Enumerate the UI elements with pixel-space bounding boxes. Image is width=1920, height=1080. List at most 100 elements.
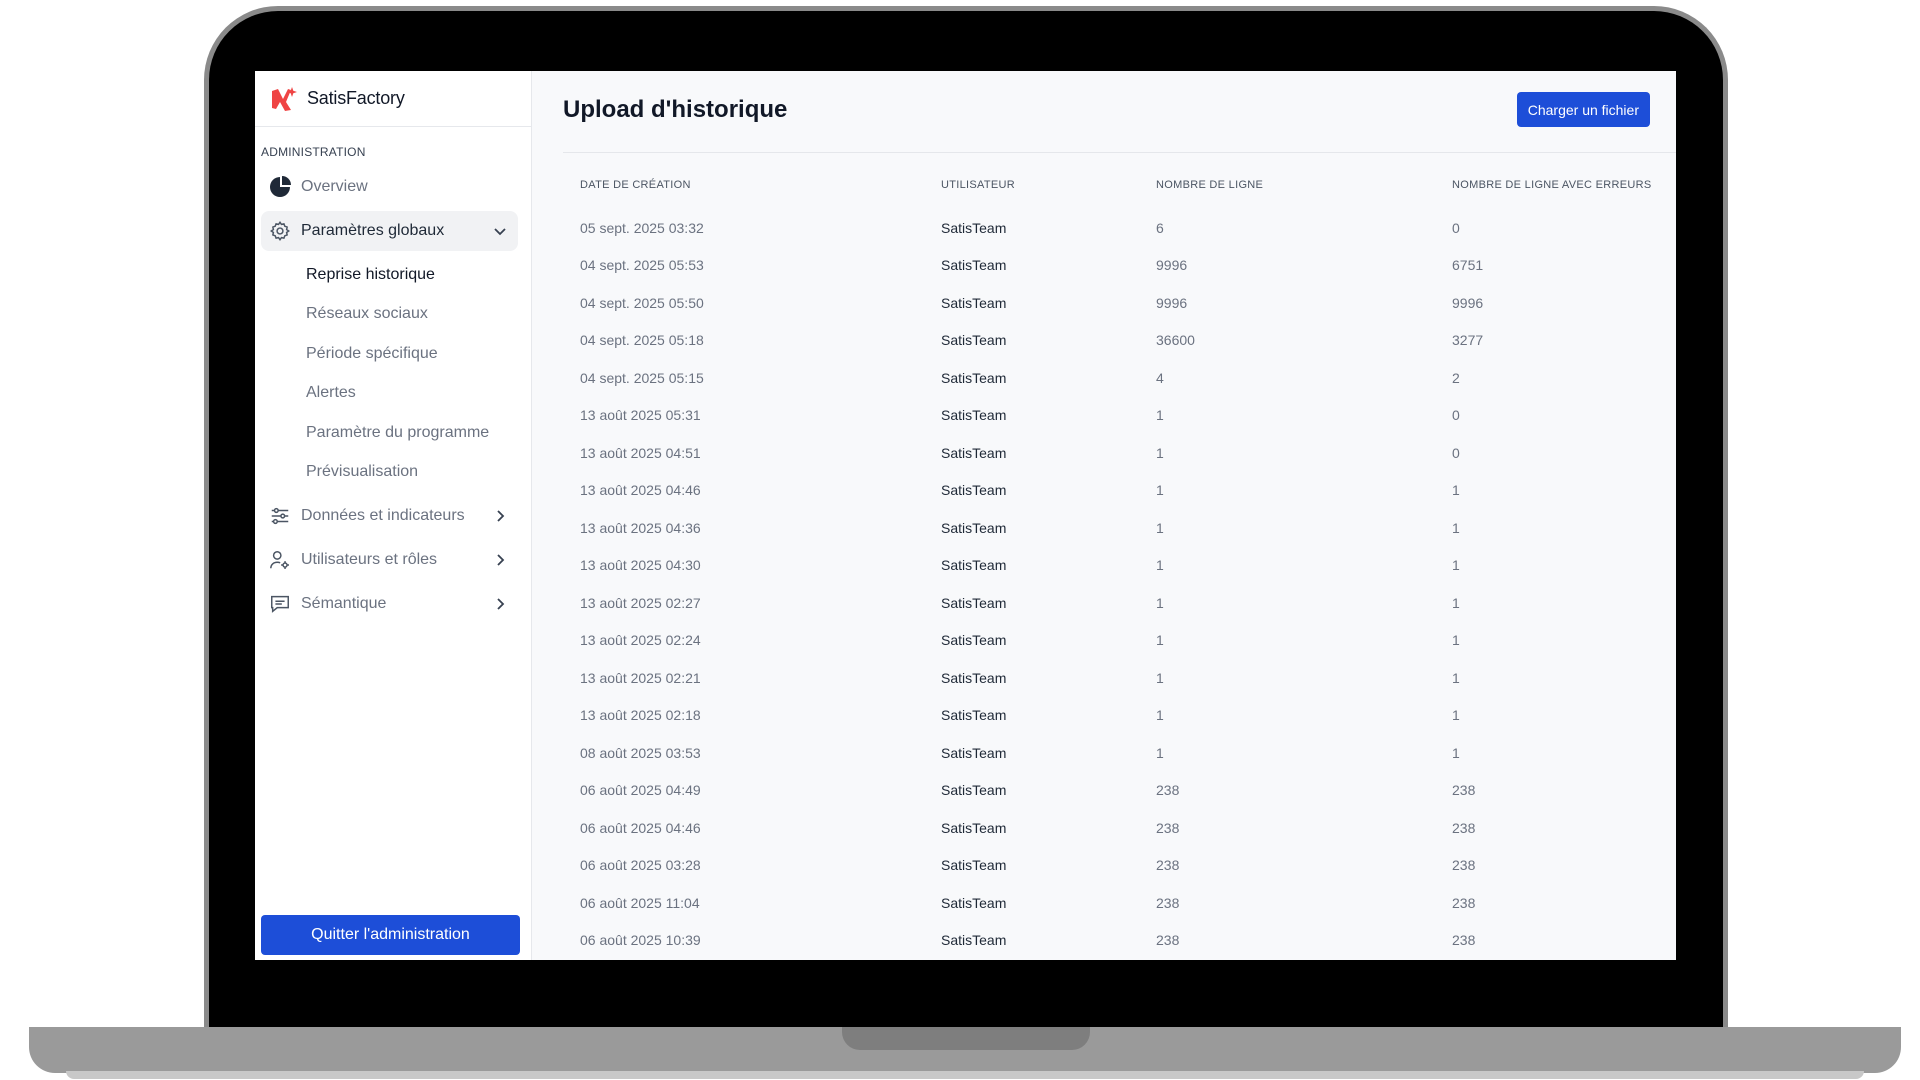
table-row[interactable]: 06 août 2025 04:46 SatisTeam 238 238 <box>563 809 1669 847</box>
cell-error-count: 9996 <box>1452 294 1484 311</box>
cell-error-count: 1 <box>1452 519 1460 536</box>
column-header-user[interactable]: UTILISATEUR <box>941 153 1156 209</box>
cell-user: SatisTeam <box>941 594 1007 611</box>
table-row[interactable]: 05 sept. 2025 03:32 SatisTeam 6 0 <box>563 209 1669 247</box>
cell-date: 04 sept. 2025 05:18 <box>580 332 704 349</box>
cell-error-count: 0 <box>1452 219 1460 236</box>
cell-date: 13 août 2025 04:36 <box>580 519 701 536</box>
table-row[interactable]: 04 sept. 2025 05:50 SatisTeam 9996 9996 <box>563 284 1669 322</box>
table-row[interactable]: 08 août 2025 03:53 SatisTeam 1 1 <box>563 734 1669 772</box>
table-row[interactable]: 06 août 2025 04:49 SatisTeam 238 238 <box>563 772 1669 810</box>
cell-user: SatisTeam <box>941 332 1007 349</box>
cell-user: SatisTeam <box>941 407 1007 424</box>
cell-date: 13 août 2025 02:21 <box>580 669 701 686</box>
cell-line-count: 9996 <box>1156 257 1188 274</box>
cell-line-count: 238 <box>1156 894 1180 911</box>
sidebar: SatisFactory ADMINISTRATION Overview Par… <box>255 71 532 960</box>
cell-line-count: 238 <box>1156 857 1180 874</box>
sliders-icon <box>268 504 292 528</box>
cell-error-count: 0 <box>1452 444 1460 461</box>
cell-error-count: 6751 <box>1452 257 1484 274</box>
subnav-item-alertes[interactable]: Alertes <box>261 374 518 414</box>
cell-line-count: 1 <box>1156 407 1164 424</box>
cell-date: 13 août 2025 04:30 <box>580 557 701 574</box>
cell-user: SatisTeam <box>941 257 1007 274</box>
table-row[interactable]: 13 août 2025 04:51 SatisTeam 1 0 <box>563 434 1669 472</box>
cell-date: 04 sept. 2025 05:15 <box>580 369 704 386</box>
cell-line-count: 9996 <box>1156 294 1188 311</box>
sidebar-subnav: Reprise historique Réseaux sociaux Pério… <box>261 255 518 492</box>
brand[interactable]: SatisFactory <box>255 71 531 127</box>
table-row[interactable]: 04 sept. 2025 05:53 SatisTeam 9996 6751 <box>563 247 1669 285</box>
sidebar-item-parametres-globaux[interactable]: Paramètres globaux <box>261 211 518 251</box>
cell-user: SatisTeam <box>941 894 1007 911</box>
subnav-item-parametre-programme[interactable]: Paramètre du programme <box>261 413 518 453</box>
table-row[interactable]: 06 août 2025 03:28 SatisTeam 238 238 <box>563 847 1669 885</box>
table-row[interactable]: 13 août 2025 02:21 SatisTeam 1 1 <box>563 659 1669 697</box>
cell-user: SatisTeam <box>941 707 1007 724</box>
subnav-item-reprise-historique[interactable]: Reprise historique <box>261 255 518 295</box>
table-row[interactable]: 13 août 2025 02:24 SatisTeam 1 1 <box>563 622 1669 660</box>
table-row[interactable]: 13 août 2025 04:46 SatisTeam 1 1 <box>563 472 1669 510</box>
subnav-item-reseaux-sociaux[interactable]: Réseaux sociaux <box>261 295 518 335</box>
table-header-row: DATE DE CRÉATION UTILISATEUR NOMBRE DE L… <box>563 153 1669 209</box>
table-row[interactable]: 13 août 2025 04:36 SatisTeam 1 1 <box>563 509 1669 547</box>
cell-date: 13 août 2025 04:46 <box>580 482 701 499</box>
pie-chart-icon <box>268 175 292 199</box>
cell-date: 06 août 2025 11:04 <box>580 894 700 911</box>
upload-file-button[interactable]: Charger un fichier <box>1516 92 1650 127</box>
sidebar-item-label: Sémantique <box>301 595 387 612</box>
column-header-date[interactable]: DATE DE CRÉATION <box>563 153 941 209</box>
table-row[interactable]: 06 août 2025 11:04 SatisTeam 238 238 <box>563 884 1669 922</box>
cell-date: 08 août 2025 03:53 <box>580 744 701 761</box>
cell-line-count: 238 <box>1156 819 1180 836</box>
table-row[interactable]: 13 août 2025 05:31 SatisTeam 1 0 <box>563 397 1669 435</box>
sidebar-item-donnees-indicateurs[interactable]: Données et indicateurs <box>261 496 518 536</box>
cell-user: SatisTeam <box>941 819 1007 836</box>
subnav-item-periode-specifique[interactable]: Période spécifique <box>261 334 518 374</box>
cell-user: SatisTeam <box>941 669 1007 686</box>
cell-error-count: 1 <box>1452 669 1460 686</box>
sidebar-item-semantique[interactable]: Sémantique <box>261 584 518 624</box>
cell-line-count: 1 <box>1156 444 1164 461</box>
quit-admin-button[interactable]: Quitter l'administration <box>261 915 520 955</box>
column-header-line-count[interactable]: NOMBRE DE LIGNE <box>1156 153 1452 209</box>
cell-user: SatisTeam <box>941 557 1007 574</box>
table-row[interactable]: 04 sept. 2025 05:18 SatisTeam 36600 3277 <box>563 322 1669 360</box>
column-header-error-count[interactable]: NOMBRE DE LIGNE AVEC ERREURS <box>1452 153 1669 209</box>
laptop-base-shadow <box>66 1071 1864 1079</box>
cell-user: SatisTeam <box>941 857 1007 874</box>
cell-error-count: 2 <box>1452 369 1460 386</box>
table-row[interactable]: 13 août 2025 04:30 SatisTeam 1 1 <box>563 547 1669 585</box>
table-row[interactable]: 06 août 2025 10:39 SatisTeam 238 238 <box>563 922 1669 960</box>
cell-error-count: 238 <box>1452 819 1476 836</box>
cell-error-count: 0 <box>1452 407 1460 424</box>
cell-user: SatisTeam <box>941 519 1007 536</box>
cell-error-count: 238 <box>1452 932 1476 949</box>
chevron-right-icon[interactable] <box>492 551 510 569</box>
section-label: ADMINISTRATION <box>261 145 366 159</box>
sidebar-item-overview[interactable]: Overview <box>261 167 518 207</box>
sidebar-item-utilisateurs-roles[interactable]: Utilisateurs et rôles <box>261 540 518 580</box>
cell-error-count: 1 <box>1452 482 1460 499</box>
cell-error-count: 1 <box>1452 594 1460 611</box>
satisfactory-logo-icon <box>272 86 297 111</box>
cell-line-count: 238 <box>1156 932 1180 949</box>
chevron-right-icon[interactable] <box>492 507 510 525</box>
table-row[interactable]: 04 sept. 2025 05:15 SatisTeam 4 2 <box>563 359 1669 397</box>
subnav-item-previsualisation[interactable]: Prévisualisation <box>261 453 518 493</box>
chevron-right-icon[interactable] <box>492 595 510 613</box>
cell-error-count: 1 <box>1452 744 1460 761</box>
user-gear-icon <box>268 548 292 572</box>
history-table: DATE DE CRÉATION UTILISATEUR NOMBRE DE L… <box>563 153 1669 959</box>
cell-line-count: 1 <box>1156 594 1164 611</box>
cell-line-count: 1 <box>1156 557 1164 574</box>
table-row[interactable]: 13 août 2025 02:18 SatisTeam 1 1 <box>563 697 1669 735</box>
cell-date: 13 août 2025 02:18 <box>580 707 701 724</box>
chevron-down-icon[interactable] <box>492 222 510 240</box>
table-row[interactable]: 13 août 2025 02:27 SatisTeam 1 1 <box>563 584 1669 622</box>
cell-user: SatisTeam <box>941 482 1007 499</box>
cell-error-count: 1 <box>1452 707 1460 724</box>
sidebar-item-label: Données et indicateurs <box>301 507 465 524</box>
cell-date: 04 sept. 2025 05:50 <box>580 294 704 311</box>
